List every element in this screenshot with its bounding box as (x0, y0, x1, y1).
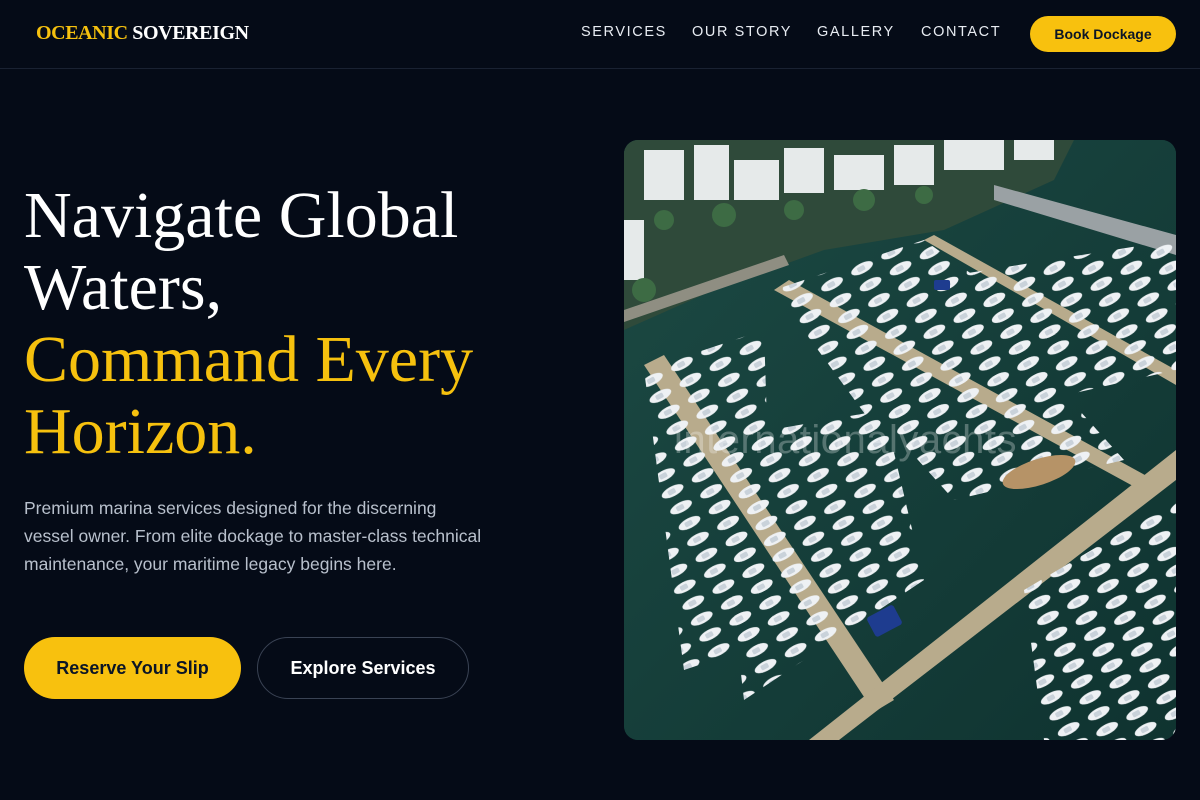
headline-line-2: Waters, (24, 251, 223, 324)
hero-headline: Navigate Global Waters, Command Every Ho… (24, 180, 604, 468)
nav-contact[interactable]: CONTACT (921, 24, 1001, 40)
hero-subtitle: Premium marina services designed for the… (24, 498, 482, 574)
marina-aerial-image: internationalyachts (624, 140, 1176, 740)
nav-services[interactable]: SERVICES (581, 24, 667, 40)
site-header: OCEANIC SOVEREIGN SERVICES OUR STORY GAL… (0, 0, 1200, 69)
explore-services-button[interactable]: Explore Services (257, 637, 469, 699)
headline-line-3: Command Every (24, 323, 474, 396)
reserve-slip-button[interactable]: Reserve Your Slip (24, 637, 241, 699)
headline-line-4: Horizon. (24, 395, 257, 468)
headline-line-1: Navigate Global (24, 179, 459, 252)
main-nav: SERVICES OUR STORY GALLERY CONTACT (0, 24, 1200, 44)
nav-gallery[interactable]: GALLERY (817, 24, 895, 40)
nav-our-story[interactable]: OUR STORY (692, 24, 792, 40)
image-watermark: internationalyachts (674, 418, 1018, 462)
book-dockage-button[interactable]: Book Dockage (1030, 16, 1176, 52)
